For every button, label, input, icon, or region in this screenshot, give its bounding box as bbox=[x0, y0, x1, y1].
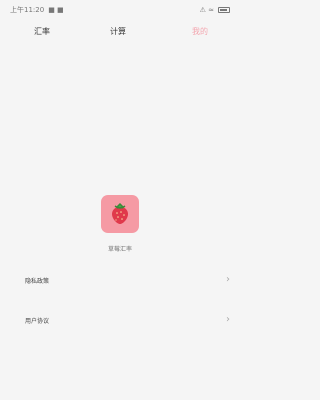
status-bar: 上午11:20 ■ ■ ⚠ ≈ bbox=[0, 0, 240, 20]
app-logo bbox=[101, 195, 139, 233]
status-left: 上午11:20 ■ ■ bbox=[10, 5, 64, 14]
tab-mine[interactable]: 我的 bbox=[192, 26, 208, 37]
user-agreement-label: 用户协议 bbox=[25, 317, 50, 325]
tab-calculate[interactable]: 计算 bbox=[110, 26, 126, 37]
chevron-right-icon: › bbox=[226, 314, 230, 325]
notification-icons: ■ ■ bbox=[48, 5, 64, 14]
strawberry-icon bbox=[112, 202, 128, 224]
status-right: ⚠ ≈ bbox=[199, 5, 230, 14]
signal-wifi-icons: ⚠ ≈ bbox=[199, 5, 214, 14]
menu-item-privacy-policy[interactable]: 隐私政策 › bbox=[0, 269, 240, 291]
chevron-right-icon: › bbox=[226, 274, 230, 285]
menu-item-user-agreement[interactable]: 用户协议 › bbox=[0, 309, 240, 331]
app-name: 草莓汇率 bbox=[107, 246, 132, 253]
tab-exchange-rate[interactable]: 汇率 bbox=[34, 26, 50, 37]
privacy-policy-label: 隐私政策 bbox=[25, 277, 50, 285]
battery-icon bbox=[218, 7, 230, 13]
status-time: 上午11:20 bbox=[10, 5, 45, 14]
